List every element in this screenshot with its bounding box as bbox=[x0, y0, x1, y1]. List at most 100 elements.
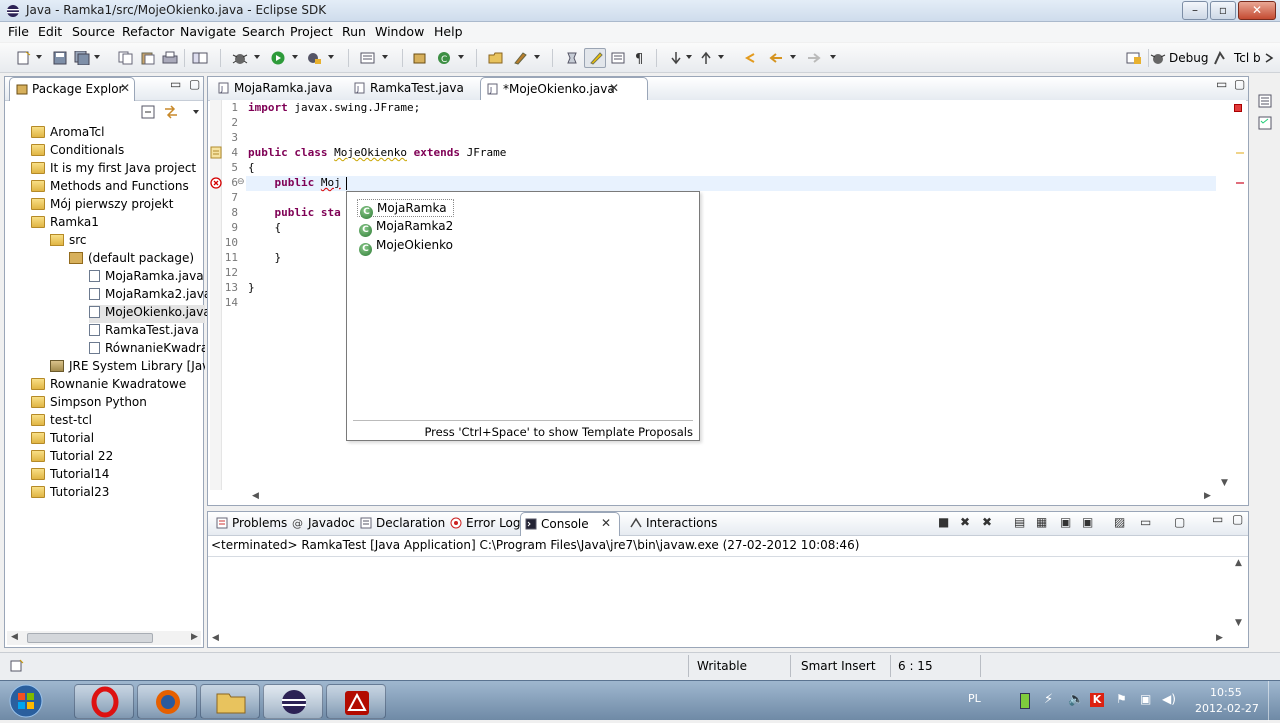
tree-item-project[interactable]: test-tcl bbox=[31, 413, 92, 431]
tree-item-project[interactable]: Methods and Functions bbox=[31, 179, 189, 197]
tab-declaration[interactable]: Declaration bbox=[356, 512, 445, 536]
language-indicator[interactable]: PL bbox=[968, 692, 981, 705]
open-folder-icon[interactable] bbox=[488, 51, 504, 65]
pin-icon[interactable] bbox=[564, 51, 580, 65]
scroll-right-icon[interactable]: ▶ bbox=[1204, 491, 1211, 501]
clear-console-icon[interactable]: ▤ bbox=[1014, 515, 1025, 529]
taskbar-acrobat[interactable] bbox=[326, 684, 386, 719]
scroll-left-icon[interactable]: ◀ bbox=[11, 632, 18, 642]
tree-item-project[interactable]: AromaTcl bbox=[31, 125, 105, 143]
chevron-down-icon[interactable] bbox=[718, 55, 724, 59]
brush-icon[interactable] bbox=[512, 51, 528, 65]
taskbar-firefox[interactable] bbox=[137, 684, 197, 719]
perspective-tcl[interactable]: Tcl b bbox=[1234, 51, 1261, 65]
fold-minus-icon[interactable]: ⊖ bbox=[237, 177, 245, 187]
tab-package-explorer[interactable]: Package Explor ✕ bbox=[9, 77, 135, 101]
menu-project[interactable]: Project bbox=[290, 24, 333, 39]
proposal-item[interactable]: C MojaRamka2 bbox=[357, 218, 459, 237]
scroll-up-icon[interactable]: ▲ bbox=[1235, 558, 1242, 568]
open-console-icon[interactable]: ▢ bbox=[1174, 515, 1185, 529]
block-selection-icon[interactable] bbox=[610, 51, 626, 65]
menu-file[interactable]: File bbox=[8, 24, 29, 39]
taskbar-eclipse[interactable] bbox=[263, 684, 323, 719]
tree-item-package[interactable]: (default package) bbox=[69, 251, 194, 269]
menu-run[interactable]: Run bbox=[342, 24, 366, 39]
back-icon[interactable] bbox=[768, 51, 784, 65]
tree-item-file[interactable]: MojaRamka.java bbox=[89, 269, 204, 287]
taskbar-opera[interactable] bbox=[74, 684, 134, 719]
tree-item-file-selected[interactable]: MojeOkienko.java bbox=[89, 305, 211, 323]
external-tools-icon[interactable] bbox=[192, 51, 208, 65]
tree-item-file[interactable]: RównanieKwadrat bbox=[89, 341, 205, 359]
proposal-item[interactable]: C MojaRamka bbox=[357, 199, 454, 219]
highlight-icon[interactable] bbox=[588, 51, 604, 65]
show-desktop-button[interactable] bbox=[1268, 681, 1280, 721]
clock-time[interactable]: 10:55 bbox=[1210, 686, 1242, 699]
tree-item-project[interactable]: Ramka1 bbox=[31, 215, 99, 233]
chevron-down-icon[interactable] bbox=[458, 55, 464, 59]
remove-launch-icon[interactable]: ✖ bbox=[960, 515, 970, 529]
copy-icon[interactable] bbox=[118, 51, 134, 65]
antivirus-icon[interactable]: K bbox=[1090, 693, 1104, 707]
open-perspective-icon[interactable] bbox=[1126, 51, 1142, 65]
minimize-view-icon[interactable]: ▭ bbox=[170, 77, 181, 91]
tree-item-project[interactable]: Simpson Python bbox=[31, 395, 147, 413]
task-list-icon[interactable] bbox=[1258, 116, 1274, 133]
close-button[interactable]: ✕ bbox=[1238, 1, 1276, 20]
battery-icon[interactable] bbox=[1020, 693, 1030, 709]
menu-edit[interactable]: Edit bbox=[38, 24, 62, 39]
action-center-icon[interactable]: ⚑ bbox=[1116, 692, 1127, 706]
tab-console[interactable]: Console ✕ bbox=[520, 512, 620, 536]
tree-item-project[interactable]: Tutorial14 bbox=[31, 467, 109, 485]
scroll-down-icon[interactable]: ▼ bbox=[1235, 618, 1242, 628]
minimize-button[interactable]: – bbox=[1182, 1, 1208, 20]
close-icon[interactable]: ✕ bbox=[601, 516, 611, 530]
run-external-icon[interactable] bbox=[306, 51, 322, 65]
menu-window[interactable]: Window bbox=[375, 24, 424, 39]
scroll-left-icon[interactable]: ◀ bbox=[252, 491, 259, 501]
chevron-down-icon[interactable] bbox=[36, 55, 42, 59]
debug-perspective-icon[interactable] bbox=[1150, 51, 1166, 65]
forward-icon[interactable] bbox=[806, 51, 822, 65]
sound-icon[interactable]: ◀) bbox=[1162, 692, 1176, 706]
last-edit-icon[interactable] bbox=[742, 51, 758, 65]
scroll-left-icon[interactable]: ◀ bbox=[212, 633, 219, 643]
tree-item-project[interactable]: Conditionals bbox=[31, 143, 124, 161]
print-icon[interactable] bbox=[162, 51, 178, 65]
scroll-down-icon[interactable]: ▼ bbox=[1221, 478, 1228, 488]
chevron-down-icon[interactable] bbox=[328, 55, 334, 59]
view-menu-icon[interactable] bbox=[193, 110, 199, 114]
terminate-icon[interactable]: ■ bbox=[938, 515, 949, 529]
console-horizontal-scrollbar[interactable]: ◀ ▶ bbox=[208, 632, 1232, 646]
close-icon[interactable]: ✕ bbox=[120, 81, 130, 95]
pin-console-icon[interactable]: ▨ bbox=[1114, 515, 1125, 529]
tree-item-file[interactable]: RamkaTest.java bbox=[89, 323, 199, 341]
tree-item-project[interactable]: Tutorial23 bbox=[31, 485, 109, 503]
clock-date[interactable]: 2012-02-27 bbox=[1195, 702, 1259, 715]
close-icon[interactable]: ✕ bbox=[609, 81, 619, 95]
paste-icon[interactable] bbox=[140, 51, 156, 65]
horizontal-scrollbar[interactable]: ◀ ▶ bbox=[7, 631, 201, 645]
tab-mojaramka[interactable]: J MojaRamka.java bbox=[212, 77, 342, 101]
scroll-right-icon[interactable]: ▶ bbox=[191, 632, 198, 642]
minimize-view-icon[interactable]: ▭ bbox=[1212, 512, 1223, 526]
tab-problems[interactable]: Problems bbox=[212, 512, 287, 536]
debug-icon[interactable] bbox=[232, 51, 248, 65]
tab-javadoc[interactable]: @ Javadoc bbox=[288, 512, 355, 536]
remove-all-terminated-icon[interactable]: ✖ bbox=[982, 515, 992, 529]
perspective-debug[interactable]: Debug bbox=[1169, 51, 1208, 65]
volume-icon[interactable]: 🔈 bbox=[1068, 692, 1084, 707]
maximize-view-icon[interactable]: ▢ bbox=[1234, 77, 1245, 91]
horizontal-scrollbar[interactable]: ◀ ▶ bbox=[246, 490, 1218, 504]
tree-item-project[interactable]: Tutorial bbox=[31, 431, 94, 449]
maximize-button[interactable]: ▫ bbox=[1210, 1, 1236, 20]
show-on-stdout-icon[interactable]: ▣ bbox=[1060, 515, 1071, 529]
vertical-scrollbar[interactable]: ▼ bbox=[1218, 100, 1232, 490]
chevron-down-icon[interactable] bbox=[830, 55, 836, 59]
chevron-down-icon[interactable] bbox=[534, 55, 540, 59]
maximize-view-icon[interactable]: ▢ bbox=[1232, 512, 1243, 526]
new-package-icon[interactable] bbox=[412, 51, 428, 65]
menu-source[interactable]: Source bbox=[72, 24, 115, 39]
collapse-all-icon[interactable] bbox=[141, 105, 155, 122]
tree-item-library[interactable]: JRE System Library [JavaS bbox=[50, 359, 205, 377]
